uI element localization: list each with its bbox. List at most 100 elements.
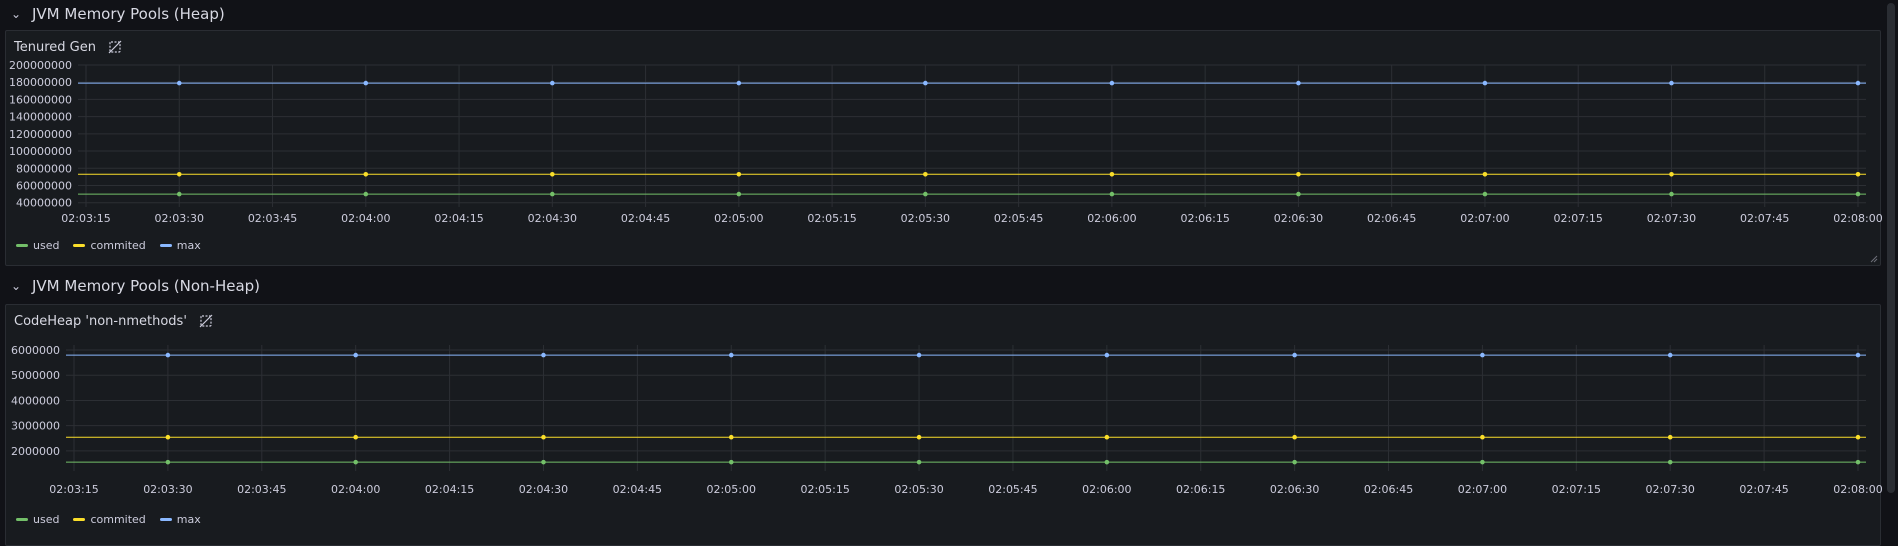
x-tick-label: 02:03:30 xyxy=(155,212,204,225)
data-point-commited[interactable] xyxy=(1104,434,1110,440)
data-point-max[interactable] xyxy=(916,352,922,358)
data-point-max[interactable] xyxy=(1480,352,1485,358)
data-point-used[interactable] xyxy=(550,191,555,197)
data-point-commited[interactable] xyxy=(165,434,171,440)
data-point-used[interactable] xyxy=(1482,191,1488,197)
data-point-max[interactable] xyxy=(550,80,555,86)
data-point-used[interactable] xyxy=(728,459,734,465)
data-point-used[interactable] xyxy=(1104,459,1110,465)
row-header-nonheap[interactable]: ⌄ JVM Memory Pools (Non-Heap) xyxy=(0,272,1898,300)
data-point-commited[interactable] xyxy=(1669,171,1674,177)
legend-item-commited[interactable]: commited xyxy=(73,239,146,252)
data-point-used[interactable] xyxy=(1855,459,1861,465)
x-tick-label: 02:06:30 xyxy=(1274,212,1323,225)
data-point-used[interactable] xyxy=(165,459,171,465)
y-tick-label: 100000000 xyxy=(9,145,72,158)
panel-title[interactable]: CodeHeap 'non-nmethods' xyxy=(14,314,187,329)
legend-swatch xyxy=(16,244,28,247)
data-point-max[interactable] xyxy=(165,352,171,358)
legend-swatch xyxy=(73,518,86,521)
data-point-used[interactable] xyxy=(541,459,546,465)
data-point-commited[interactable] xyxy=(363,171,369,177)
data-point-max[interactable] xyxy=(923,80,928,86)
chart-tenured-gen: 40000000 60000000 80000000 100000000 1200000… xyxy=(9,59,1882,225)
resize-handle-icon[interactable] xyxy=(1868,253,1878,263)
data-point-used[interactable] xyxy=(1480,459,1485,465)
data-point-max[interactable] xyxy=(1296,80,1301,86)
data-point-max[interactable] xyxy=(363,80,369,86)
panel-header[interactable]: Tenured Gen xyxy=(14,37,122,57)
y-tick-label: 4000000 xyxy=(11,394,60,407)
data-point-commited[interactable] xyxy=(1482,171,1488,177)
data-point-commited[interactable] xyxy=(550,171,555,177)
data-point-max[interactable] xyxy=(1104,352,1110,358)
chevron-down-icon[interactable]: ⌄ xyxy=(10,7,22,21)
data-point-max[interactable] xyxy=(353,352,358,358)
row-header-heap[interactable]: ⌄ JVM Memory Pools (Heap) xyxy=(0,0,1898,28)
x-tick-label: 02:07:15 xyxy=(1552,483,1601,496)
data-point-used[interactable] xyxy=(736,191,742,197)
data-point-used[interactable] xyxy=(1292,459,1297,465)
x-tick-label: 02:06:00 xyxy=(1087,212,1136,225)
data-point-max[interactable] xyxy=(1667,352,1673,358)
data-point-commited[interactable] xyxy=(176,171,182,177)
data-point-commited[interactable] xyxy=(1855,171,1861,177)
data-point-max[interactable] xyxy=(541,352,546,358)
data-point-max[interactable] xyxy=(1482,80,1488,86)
scrollbar-thumb[interactable] xyxy=(1887,3,1895,493)
data-point-used[interactable] xyxy=(1667,459,1673,465)
data-point-commited[interactable] xyxy=(923,171,928,177)
data-point-commited[interactable] xyxy=(728,434,734,440)
x-tick-label: 02:05:15 xyxy=(807,212,856,225)
chart-codeheap-non-nmethods: 2000000 3000000 4000000 5000000 6000000 02:03… xyxy=(11,345,1882,496)
data-point-commited[interactable] xyxy=(1855,434,1861,440)
data-point-max[interactable] xyxy=(728,352,734,358)
y-tick-label: 2000000 xyxy=(11,445,60,458)
legend-swatch xyxy=(159,518,172,521)
data-point-used[interactable] xyxy=(1296,191,1301,197)
data-point-max[interactable] xyxy=(1855,352,1861,358)
data-point-max[interactable] xyxy=(1292,352,1297,358)
data-point-commited[interactable] xyxy=(916,434,922,440)
page-scrollbar[interactable] xyxy=(1884,0,1898,536)
data-point-used[interactable] xyxy=(923,191,928,197)
legend-item-commited[interactable]: commited xyxy=(73,513,146,526)
legend-item-used[interactable]: used xyxy=(16,513,59,526)
data-point-commited[interactable] xyxy=(1292,434,1297,440)
data-point-used[interactable] xyxy=(1855,191,1861,197)
x-tick-label: 02:03:15 xyxy=(61,212,110,225)
data-point-max[interactable] xyxy=(1855,80,1861,86)
data-point-max[interactable] xyxy=(1109,80,1115,86)
panel-header[interactable]: CodeHeap 'non-nmethods' xyxy=(14,311,213,331)
panel-codeheap-non-nmethods: CodeHeap 'non-nmethods' 2000000 3000000 40… xyxy=(5,304,1882,546)
legend-label: max xyxy=(176,239,201,252)
chevron-down-icon[interactable]: ⌄ xyxy=(10,279,22,293)
data-point-used[interactable] xyxy=(363,191,369,197)
link-off-icon[interactable] xyxy=(199,314,213,328)
data-point-max[interactable] xyxy=(176,80,182,86)
data-point-commited[interactable] xyxy=(1667,434,1673,440)
data-point-commited[interactable] xyxy=(353,434,358,440)
legend-item-max[interactable]: max xyxy=(159,513,201,526)
data-point-commited[interactable] xyxy=(1480,434,1485,440)
x-tick-label: 02:07:00 xyxy=(1458,483,1507,496)
data-point-used[interactable] xyxy=(176,191,182,197)
data-point-used[interactable] xyxy=(353,459,358,465)
data-point-used[interactable] xyxy=(1109,191,1115,197)
legend-item-used[interactable]: used xyxy=(16,239,59,252)
data-point-used[interactable] xyxy=(1669,191,1674,197)
legend-item-max[interactable]: max xyxy=(159,239,201,252)
link-off-icon[interactable] xyxy=(108,40,122,54)
data-point-commited[interactable] xyxy=(1296,171,1301,177)
legend-label: used xyxy=(33,239,60,252)
data-point-used[interactable] xyxy=(916,459,922,465)
data-point-commited[interactable] xyxy=(736,171,742,177)
data-point-commited[interactable] xyxy=(541,434,546,440)
legend-swatch xyxy=(73,244,86,247)
x-tick-label: 02:05:30 xyxy=(894,483,943,496)
panel-title[interactable]: Tenured Gen xyxy=(14,40,96,55)
x-tick-label: 02:04:15 xyxy=(425,483,474,496)
data-point-max[interactable] xyxy=(736,80,742,86)
data-point-max[interactable] xyxy=(1669,80,1674,86)
data-point-commited[interactable] xyxy=(1109,171,1115,177)
